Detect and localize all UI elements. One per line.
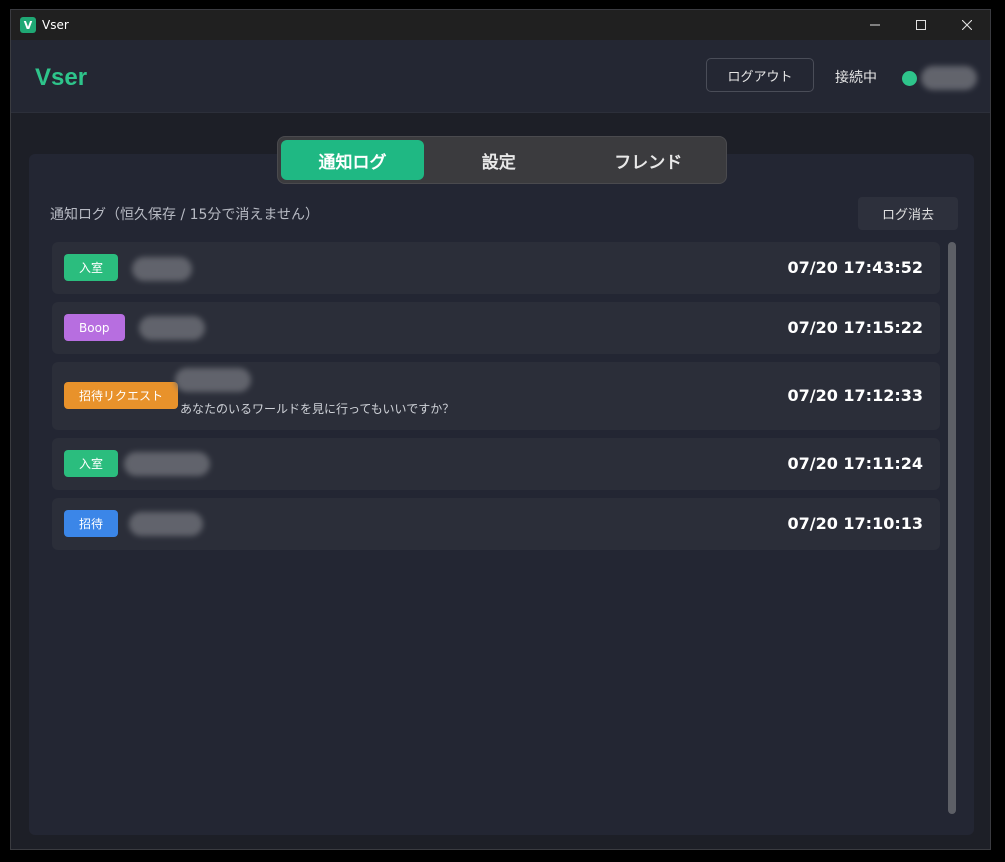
list-item[interactable]: 招待 07/20 17:10:13: [52, 498, 940, 550]
app-header: Vser ログアウト 接続中: [11, 40, 990, 113]
list-scrollbar[interactable]: [948, 242, 956, 814]
user-name-redacted: [124, 452, 210, 476]
tab-notification-log[interactable]: 通知ログ: [281, 140, 424, 180]
timestamp: 07/20 17:10:13: [787, 514, 923, 533]
app-icon: V: [20, 17, 36, 33]
tab-settings[interactable]: 設定: [424, 140, 574, 180]
timestamp: 07/20 17:11:24: [787, 454, 923, 473]
window-title: Vser: [42, 18, 69, 32]
log-section-title: 通知ログ（恒久保存 / 15分で消えません）: [50, 207, 320, 223]
notification-list: 入室 07/20 17:43:52 Boop 07/20 17:15:22 招待…: [52, 242, 940, 558]
badge-join: 入室: [64, 254, 119, 281]
logout-button[interactable]: ログアウト: [706, 58, 814, 92]
user-name-redacted: [132, 257, 192, 281]
minimize-button[interactable]: [852, 10, 898, 40]
connected-user-name-redacted: [921, 66, 977, 90]
connection-status-label: 接続中: [835, 70, 877, 86]
badge-invite-request: 招待リクエスト: [64, 382, 179, 409]
badge-boop: Boop: [64, 314, 125, 341]
tab-friends[interactable]: フレンド: [574, 140, 724, 180]
list-item[interactable]: 入室 07/20 17:43:52: [52, 242, 940, 294]
badge-invite: 招待: [64, 510, 119, 537]
maximize-button[interactable]: [898, 10, 944, 40]
list-item[interactable]: 招待リクエスト あなたのいるワールドを見に行ってもいいですか？ 07/20 17…: [52, 362, 940, 430]
minimize-icon: [870, 24, 880, 26]
clear-log-button[interactable]: ログ消去: [858, 197, 958, 230]
window-controls: [852, 10, 990, 40]
user-name-redacted: [139, 316, 205, 340]
tab-bar: 通知ログ 設定 フレンド: [277, 136, 727, 184]
title-bar: V Vser: [11, 10, 990, 40]
user-name-redacted: [175, 368, 251, 392]
connection-status-dot: [902, 71, 917, 86]
user-name-redacted: [129, 512, 203, 536]
timestamp: 07/20 17:43:52: [787, 258, 923, 277]
close-button[interactable]: [944, 10, 990, 40]
timestamp: 07/20 17:12:33: [787, 386, 923, 405]
request-message: あなたのいるワールドを見に行ってもいいですか？: [180, 402, 455, 416]
close-icon: [962, 20, 972, 30]
brand-logo: Vser: [35, 64, 88, 91]
list-item[interactable]: Boop 07/20 17:15:22: [52, 302, 940, 354]
maximize-icon: [916, 20, 926, 30]
badge-join: 入室: [64, 450, 119, 477]
timestamp: 07/20 17:15:22: [787, 318, 923, 337]
list-item[interactable]: 入室 07/20 17:11:24: [52, 438, 940, 490]
app-window: V Vser Vser ログアウト 接続中 通知ログ 設定 フレンド 通知ログ（…: [10, 9, 991, 850]
